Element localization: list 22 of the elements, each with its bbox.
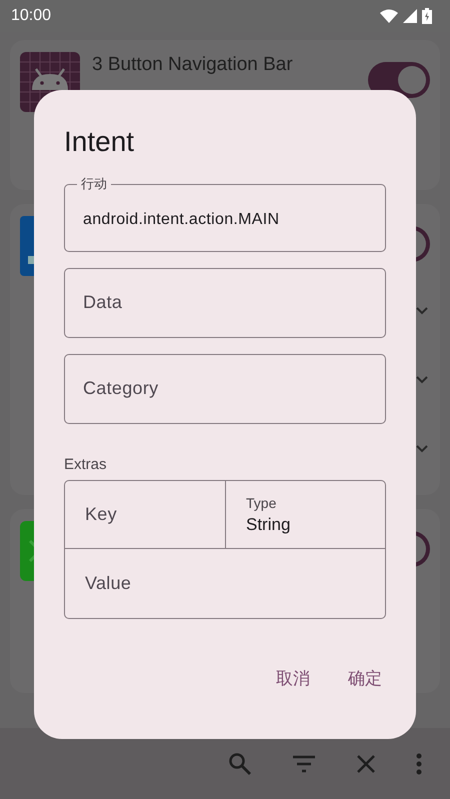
dialog-button[interactable]: 取消 <box>266 659 320 698</box>
input-field[interactable]: 行动 android.intent.action.MAIN <box>64 176 386 252</box>
value-field[interactable]: Value <box>65 549 385 618</box>
search-icon[interactable] <box>228 752 252 776</box>
app-name: 3 Button Navigation Bar <box>92 53 294 76</box>
dialog-title: Intent <box>64 126 134 158</box>
signal-icon <box>403 9 417 23</box>
clock: 10:00 <box>11 7 52 25</box>
battery-icon <box>422 8 432 24</box>
filter-icon[interactable] <box>292 754 316 772</box>
chevron-icon[interactable] <box>416 444 428 452</box>
wifi-icon <box>380 9 398 23</box>
type-dropdown[interactable]: Type String <box>226 481 385 549</box>
section-label: Extras <box>64 456 107 473</box>
more-icon[interactable] <box>416 752 422 774</box>
input-field[interactable]: Category <box>64 354 386 424</box>
dialog-button[interactable]: 确定 <box>338 659 392 698</box>
chevron-icon[interactable] <box>416 376 428 384</box>
close-icon[interactable] <box>356 754 376 774</box>
input-field[interactable]: Data <box>64 268 386 338</box>
key-field[interactable]: Key <box>65 481 226 549</box>
chevron-icon[interactable] <box>416 306 428 314</box>
